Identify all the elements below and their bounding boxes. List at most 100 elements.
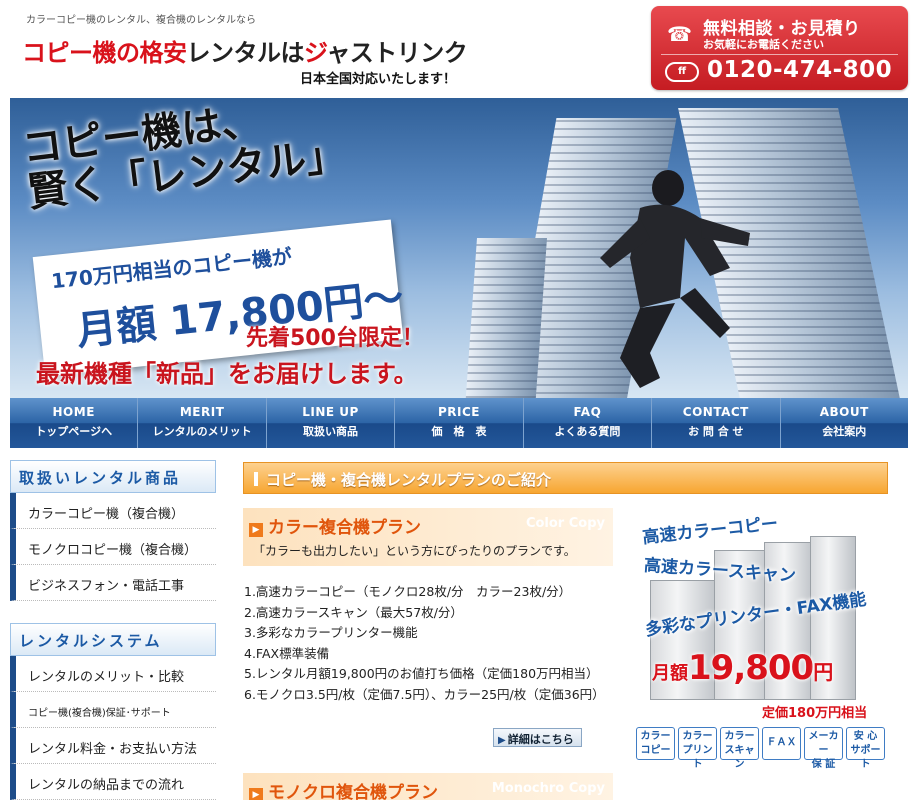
feature-item: 3.多彩なカラープリンター機能: [244, 625, 418, 640]
sidebar-item-business-phone[interactable]: ビジネスフォン・電話工事: [10, 565, 216, 601]
promo-original-price: 定価180万円相当: [762, 706, 868, 721]
building-image: [463, 238, 547, 398]
sidebar-item-mono-copier[interactable]: モノクロコピー機（複合機）: [10, 529, 216, 565]
color-copy-badge-icon: カラー コピー: [636, 727, 675, 760]
title-part-2: レンタルは: [186, 39, 305, 67]
nav-contact-en: CONTACT: [682, 405, 749, 419]
nav-home-jp: トップページへ: [35, 425, 113, 438]
feature-item: 2.高速カラースキャン（最大57枚/分）: [244, 604, 463, 620]
nav-merit[interactable]: MERIT レンタルのメリット: [138, 398, 267, 448]
heading-bar-icon: [254, 472, 258, 486]
nav-about-jp: 会社案内: [822, 425, 867, 438]
nav-price[interactable]: PRICE 価 格 表: [395, 398, 524, 448]
badge-line: コピー: [640, 745, 671, 756]
nav-merit-en: MERIT: [179, 405, 225, 419]
color-plan-title-text: カラー複合機プラン: [268, 518, 421, 538]
sidebar-products-heading: 取扱いレンタル商品: [10, 460, 216, 493]
promo-price-prefix: 月額: [652, 663, 688, 684]
nav-home[interactable]: HOME トップページへ: [10, 398, 139, 448]
nav-home-en: HOME: [52, 405, 95, 419]
site-tagline: カラーコピー機のレンタル、複合機のレンタルなら: [26, 15, 256, 26]
badge-line: カラー: [724, 731, 755, 742]
color-print-badge-icon: カラー プリント: [678, 727, 717, 770]
color-plan-features: 1.高速カラーコピー（モノクロ28枚/分 カラー23枚/分） 2.高速カラースキ…: [244, 582, 605, 705]
title-part-4: ャストリンク: [326, 39, 468, 67]
feature-badges: カラー コピー カラー プリント カラー スキャン ＦＡＸ メーカー保 証 安 心サポ…: [636, 727, 885, 770]
title-part-1: コピー機の格安: [22, 39, 187, 67]
fax-badge-icon: ＦＡＸ: [762, 727, 801, 760]
sidebar-item-warranty[interactable]: コピー機(複合機)保証･サポート: [10, 692, 216, 728]
badge-line: プリント: [682, 745, 713, 770]
color-plan-detail-button[interactable]: ▶ 詳細はこちら: [493, 728, 582, 747]
color-plan-title[interactable]: ▶ カラー複合機プラン: [249, 513, 421, 538]
section-heading: コピー機・複合機レンタルプランのご紹介: [243, 462, 888, 494]
nav-faq-jp: よくある質問: [554, 425, 621, 438]
badge-line: カラー: [640, 731, 671, 742]
contact-phone-banner[interactable]: ☎ 無料相談・お見積り お気軽にお電話ください ff 0120-474-800: [651, 6, 908, 90]
hero-limited-offer: 先着500台限定！: [246, 326, 424, 351]
mono-plan-title[interactable]: ▶ モノクロ複合機プラン: [249, 778, 438, 800]
site-title[interactable]: コピー機の格安レンタルはジャストリンク: [22, 33, 468, 68]
freedial-icon: ff: [665, 62, 699, 82]
contact-divider: [661, 54, 898, 55]
promo-price-unit: 円: [813, 660, 834, 684]
maker-warranty-badge-icon: メーカー保 証: [804, 727, 843, 770]
color-plan-promo-image: 高速カラーコピー 高速カラースキャン 多彩なプリンター・FAX機能 月額19,8…: [630, 510, 910, 730]
sidebar-item-delivery-flow[interactable]: レンタルの納品までの流れ: [10, 764, 216, 800]
sidebar-system-heading: レンタルシステム: [10, 623, 216, 656]
promo-price: 月額19,800円: [652, 648, 833, 688]
color-plan-box: ▶ カラー複合機プラン Color Copy 「カラーも出力したい」という方にぴっ…: [243, 508, 613, 566]
badge-line: ＦＡＸ: [766, 737, 797, 748]
sidebar-item-merit[interactable]: レンタルのメリット・比較: [10, 656, 216, 692]
nav-lineup-en: LINE UP: [302, 405, 359, 419]
main-nav: HOME トップページへ MERIT レンタルのメリット LINE UP 取扱い商品 …: [10, 398, 908, 448]
color-scan-badge-icon: カラー スキャン: [720, 727, 759, 770]
nav-faq-en: FAQ: [573, 405, 602, 419]
telephone-icon: ☎: [667, 22, 692, 46]
arrow-right-icon: ▶: [249, 788, 263, 800]
feature-item: 4.FAX標準装備: [244, 645, 330, 661]
arrow-right-icon: ▶: [249, 523, 263, 537]
feature-item: 5.レンタル月額19,800円のお値打ち価格（定価180万円相当）: [244, 666, 599, 681]
sidebar-item-color-copier[interactable]: カラーコピー機（複合機）: [10, 493, 216, 529]
nav-lineup[interactable]: LINE UP 取扱い商品: [266, 398, 396, 448]
color-plan-description: 「カラーも出力したい」という方にぴったりのプランです。: [253, 544, 576, 558]
play-arrow-icon: ▶: [498, 735, 506, 746]
phone-number[interactable]: 0120-474-800: [707, 57, 892, 83]
hero-headline: コピー機は、 賢く「レンタル」: [20, 98, 349, 216]
mono-plan-title-text: モノクロ複合機プラン: [268, 783, 438, 800]
nav-merit-jp: レンタルのメリット: [152, 425, 252, 438]
contact-subheading: お気軽にお電話ください: [703, 38, 824, 51]
badge-line: メーカー: [808, 731, 839, 756]
nav-contact[interactable]: CONTACT お 問 合 せ: [652, 398, 781, 448]
jumping-businessman-image: [600, 170, 750, 388]
nav-faq[interactable]: FAQ よくある質問: [523, 398, 653, 448]
nav-lineup-jp: 取扱い商品: [303, 425, 359, 438]
hero-price-card: 170万円相当のコピー機が 月額 17,800円〜: [32, 219, 406, 377]
hero-new-models: 最新機種「新品」をお届けします。: [36, 360, 418, 388]
badge-line: サポート: [850, 745, 881, 770]
color-plan-watermark: Color Copy: [525, 516, 605, 531]
promo-price-value: 19,800: [688, 648, 814, 688]
badge-line: 保 証: [811, 759, 836, 770]
title-part-3: ジ: [304, 39, 327, 67]
sidebar-item-payment[interactable]: レンタル料金・お支払い方法: [10, 728, 216, 764]
hero-banner: コピー機は、 賢く「レンタル」 170万円相当のコピー機が 月額 17,800円…: [10, 98, 908, 398]
site-subtitle: 日本全国対応いたします！: [300, 72, 457, 87]
nav-about[interactable]: ABOUT 会社案内: [780, 398, 908, 448]
feature-item: 6.モノクロ3.5円/枚（定価7.5円）、カラー25円/枚（定価36円）: [244, 686, 605, 702]
section-heading-text: コピー機・複合機レンタルプランのご紹介: [266, 471, 552, 489]
sidebar: 取扱いレンタル商品 カラーコピー機（複合機） モノクロコピー機（複合機） ビジネ…: [10, 460, 216, 800]
nav-contact-jp: お 問 合 せ: [688, 425, 744, 438]
badge-line: スキャン: [724, 745, 755, 770]
feature-item: 1.高速カラーコピー（モノクロ28枚/分 カラー23枚/分）: [244, 584, 572, 599]
mono-plan-watermark: Monochro Copy: [491, 781, 605, 796]
mono-plan-box: ▶ モノクロ複合機プラン Monochro Copy: [243, 773, 613, 800]
badge-line: カラー: [682, 731, 713, 742]
nav-price-jp: 価 格 表: [431, 425, 487, 438]
detail-button-label: 詳細はこちら: [507, 733, 574, 746]
nav-about-en: ABOUT: [819, 405, 869, 419]
badge-line: 安 心: [853, 731, 878, 742]
promo-line-1: 高速カラーコピー: [641, 513, 779, 549]
